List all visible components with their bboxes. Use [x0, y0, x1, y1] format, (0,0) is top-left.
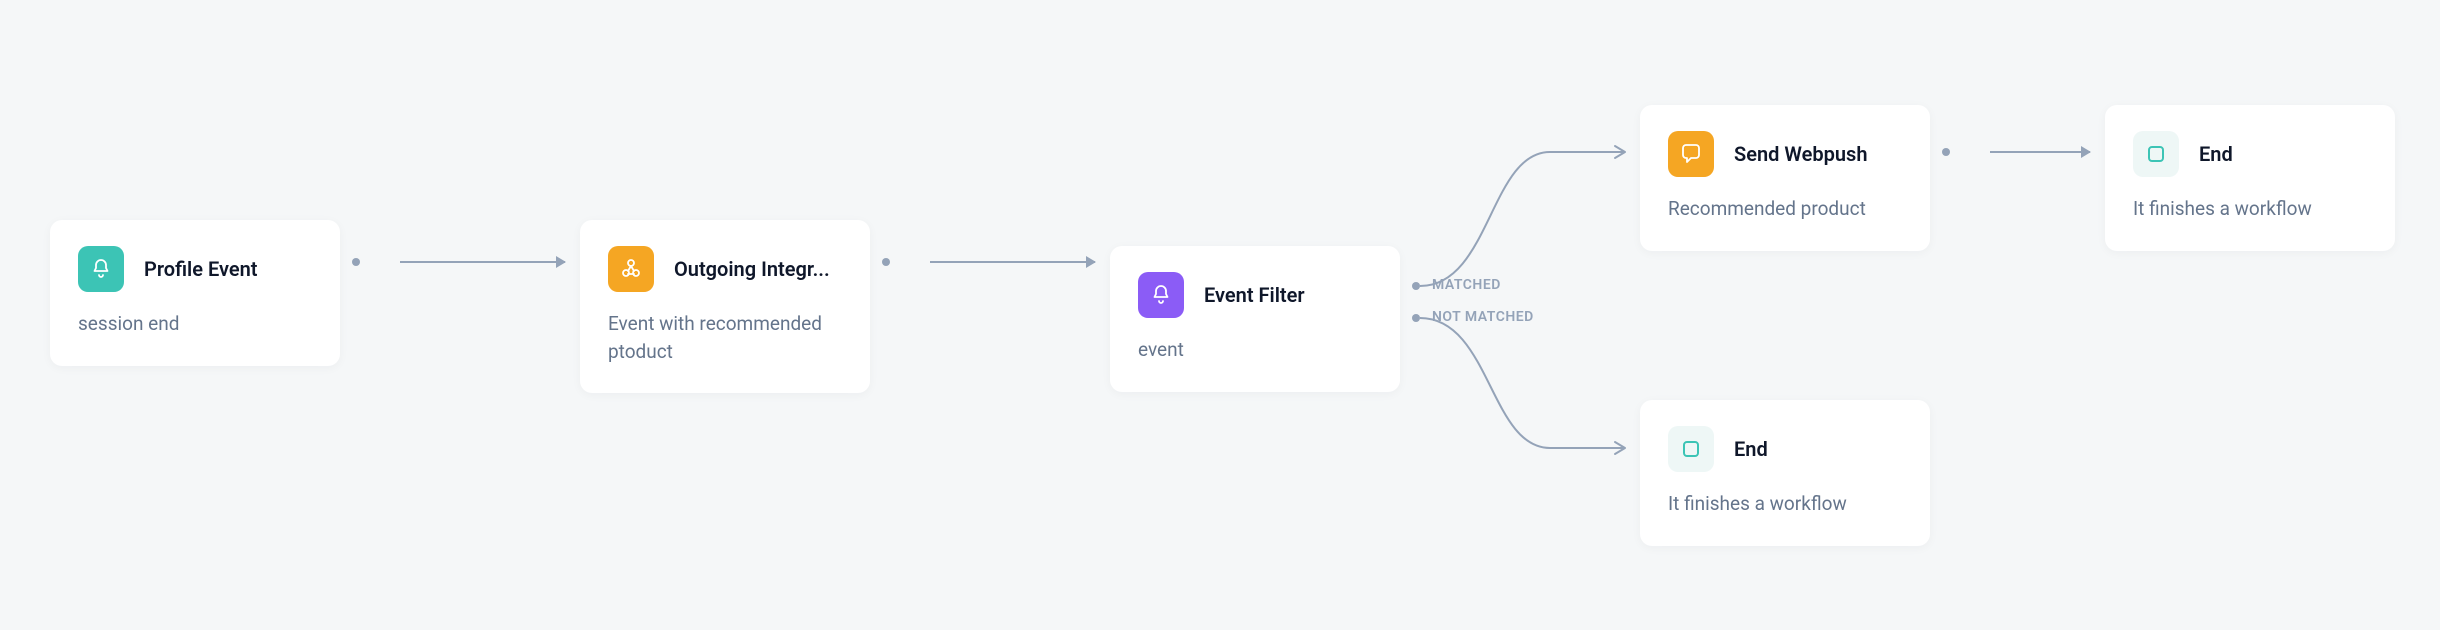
node-end-bottom[interactable]: End It finishes a workflow [1640, 400, 1930, 546]
arrow [930, 261, 1095, 263]
workflow-canvas[interactable]: Profile Event session end Outgoing Integ… [0, 0, 2440, 630]
node-subtitle: Event with recommended ptoduct [608, 310, 842, 365]
node-title: Profile Event [144, 257, 258, 281]
node-title: End [1734, 437, 1768, 461]
arrow [400, 261, 565, 263]
node-subtitle: event [1138, 336, 1372, 364]
node-end-top[interactable]: End It finishes a workflow [2105, 105, 2395, 251]
bell-icon [1138, 272, 1184, 318]
connector-curve-matched [1420, 140, 1640, 300]
webhook-icon [608, 246, 654, 292]
node-title: Event Filter [1204, 283, 1305, 307]
node-title: Outgoing Integr... [674, 257, 830, 281]
connector-dot [882, 258, 890, 266]
square-icon [2133, 131, 2179, 177]
node-profile-event[interactable]: Profile Event session end [50, 220, 340, 366]
node-subtitle: Recommended product [1668, 195, 1902, 223]
chat-icon [1668, 131, 1714, 177]
node-title: Send Webpush [1734, 142, 1868, 166]
square-icon [1668, 426, 1714, 472]
connector-curve-not-matched [1420, 318, 1640, 468]
node-send-webpush[interactable]: Send Webpush Recommended product [1640, 105, 1930, 251]
connector-dot [1942, 148, 1950, 156]
node-event-filter[interactable]: Event Filter event [1110, 246, 1400, 392]
bell-icon [78, 246, 124, 292]
connector-dot [352, 258, 360, 266]
node-subtitle: It finishes a workflow [2133, 195, 2367, 223]
node-outgoing-integration[interactable]: Outgoing Integr... Event with recommende… [580, 220, 870, 393]
node-subtitle: It finishes a workflow [1668, 490, 1902, 518]
node-subtitle: session end [78, 310, 312, 338]
arrow [1990, 151, 2090, 153]
node-title: End [2199, 142, 2233, 166]
connector-dot-not-matched [1412, 314, 1420, 322]
connector-dot-matched [1412, 282, 1420, 290]
